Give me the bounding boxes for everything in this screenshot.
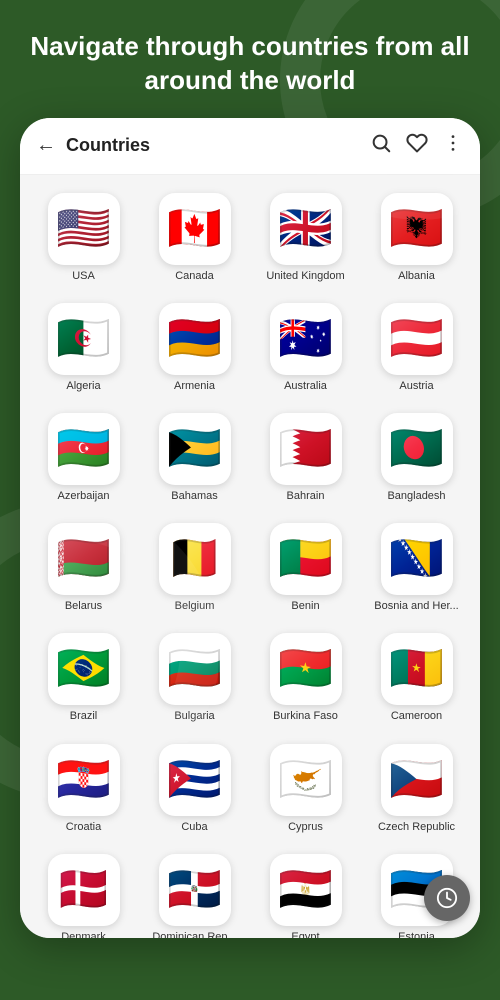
country-item-benin[interactable]: 🇧🇯 Benin xyxy=(252,515,359,621)
country-name: Bangladesh xyxy=(387,490,445,503)
country-item-cyprus[interactable]: 🇨🇾 Cyprus xyxy=(252,736,359,842)
countries-grid: 🇺🇸 USA 🇨🇦 Canada 🇬🇧 United Kingdom 🇦🇱 Albania 🇩🇿… xyxy=(20,175,480,938)
country-name: Cuba xyxy=(181,821,207,834)
flag-icon: 🇨🇲 xyxy=(381,633,453,705)
flag-icon: 🇨🇿 xyxy=(381,744,453,816)
country-item-bahrain[interactable]: 🇧🇭 Bahrain xyxy=(252,405,359,511)
flag-icon: 🇦🇿 xyxy=(48,413,120,485)
flag-icon: 🇧🇪 xyxy=(159,523,231,595)
country-name: Australia xyxy=(284,380,327,393)
country-item-czech-republic[interactable]: 🇨🇿 Czech Republic xyxy=(363,736,470,842)
country-name: Burkina Faso xyxy=(273,710,338,723)
more-options-icon[interactable] xyxy=(442,132,464,160)
country-name: Austria xyxy=(399,380,433,393)
flag-icon: 🇧🇾 xyxy=(48,523,120,595)
country-name: Bahrain xyxy=(287,490,325,503)
country-name: Bosnia and Her... xyxy=(374,600,458,613)
country-name: Denmark xyxy=(61,931,106,938)
country-item-croatia[interactable]: 🇭🇷 Croatia xyxy=(30,736,137,842)
phone-frame: ← Countries 🇺🇸USA🇨🇦Canada🇬🇧Unit xyxy=(20,118,480,938)
country-name: Czech Republic xyxy=(378,821,455,834)
flag-icon: 🇧🇫 xyxy=(270,633,342,705)
country-item-dominican-rep...[interactable]: 🇩🇴 Dominican Rep... xyxy=(141,846,248,938)
country-name: Cameroon xyxy=(391,710,442,723)
country-name: United Kingdom xyxy=(266,270,344,283)
country-name: Benin xyxy=(291,600,319,613)
flag-icon: 🇨🇦 xyxy=(159,193,231,265)
country-item-denmark[interactable]: 🇩🇰 Denmark xyxy=(30,846,137,938)
app-bar: ← Countries xyxy=(20,118,480,175)
country-item-bangladesh[interactable]: 🇧🇩 Bangladesh xyxy=(363,405,470,511)
country-item-canada[interactable]: 🇨🇦 Canada xyxy=(141,185,248,291)
flag-icon: 🇧🇬 xyxy=(159,633,231,705)
country-name: Cyprus xyxy=(288,821,323,834)
country-name: Bahamas xyxy=(171,490,217,503)
country-item-belgium[interactable]: 🇧🇪 Belgium xyxy=(141,515,248,621)
country-item-australia[interactable]: 🇦🇺 Australia xyxy=(252,295,359,401)
country-name: Brazil xyxy=(70,710,98,723)
flag-icon: 🇩🇰 xyxy=(48,854,120,926)
flag-icon: 🇺🇸 xyxy=(48,193,120,265)
flag-icon: 🇧🇦 xyxy=(381,523,453,595)
country-name: Algeria xyxy=(66,380,100,393)
country-name: Albania xyxy=(398,270,435,283)
search-icon[interactable] xyxy=(370,132,392,160)
favorite-icon[interactable] xyxy=(406,132,428,160)
flag-icon: 🇬🇧 xyxy=(270,193,342,265)
country-name: Dominican Rep... xyxy=(152,931,236,938)
country-item-usa[interactable]: 🇺🇸 USA xyxy=(30,185,137,291)
flag-icon: 🇧🇷 xyxy=(48,633,120,705)
country-name: Estonia xyxy=(398,931,435,938)
flag-icon: 🇧🇩 xyxy=(381,413,453,485)
country-name: Azerbaijan xyxy=(58,490,110,503)
country-item-bulgaria[interactable]: 🇧🇬 Bulgaria xyxy=(141,625,248,731)
country-item-belarus[interactable]: 🇧🇾 Belarus xyxy=(30,515,137,621)
flag-icon: 🇧🇯 xyxy=(270,523,342,595)
flag-icon: 🇦🇺 xyxy=(270,303,342,375)
country-name: Belgium xyxy=(175,600,215,613)
country-name: Belarus xyxy=(65,600,102,613)
flag-icon: 🇨🇺 xyxy=(159,744,231,816)
flag-icon: 🇦🇹 xyxy=(381,303,453,375)
flag-icon: 🇦🇱 xyxy=(381,193,453,265)
app-bar-title: Countries xyxy=(66,135,370,156)
flag-icon: 🇩🇴 xyxy=(159,854,231,926)
country-item-burkina-faso[interactable]: 🇧🇫 Burkina Faso xyxy=(252,625,359,731)
country-item-bosnia-and-her...[interactable]: 🇧🇦 Bosnia and Her... xyxy=(363,515,470,621)
country-item-cuba[interactable]: 🇨🇺 Cuba xyxy=(141,736,248,842)
flag-icon: 🇩🇿 xyxy=(48,303,120,375)
flag-icon: 🇨🇾 xyxy=(270,744,342,816)
back-button[interactable]: ← xyxy=(36,134,56,157)
country-item-bahamas[interactable]: 🇧🇸 Bahamas xyxy=(141,405,248,511)
country-name: Armenia xyxy=(174,380,215,393)
country-item-algeria[interactable]: 🇩🇿 Algeria xyxy=(30,295,137,401)
country-item-egypt[interactable]: 🇪🇬 Egypt xyxy=(252,846,359,938)
country-name: Bulgaria xyxy=(174,710,214,723)
country-item-brazil[interactable]: 🇧🇷 Brazil xyxy=(30,625,137,731)
history-fab-button[interactable] xyxy=(424,875,470,921)
flag-icon: 🇪🇬 xyxy=(270,854,342,926)
country-item-armenia[interactable]: 🇦🇲 Armenia xyxy=(141,295,248,401)
flag-icon: 🇭🇷 xyxy=(48,744,120,816)
country-item-united-kingdom[interactable]: 🇬🇧 United Kingdom xyxy=(252,185,359,291)
country-item-austria[interactable]: 🇦🇹 Austria xyxy=(363,295,470,401)
app-bar-actions xyxy=(370,132,464,160)
flag-icon: 🇧🇭 xyxy=(270,413,342,485)
country-name: USA xyxy=(72,270,95,283)
country-name: Croatia xyxy=(66,821,101,834)
country-item-cameroon[interactable]: 🇨🇲 Cameroon xyxy=(363,625,470,731)
country-item-albania[interactable]: 🇦🇱 Albania xyxy=(363,185,470,291)
flag-icon: 🇦🇲 xyxy=(159,303,231,375)
header-section: Navigate through countries from all arou… xyxy=(0,0,500,118)
header-title: Navigate through countries from all arou… xyxy=(30,30,470,98)
country-item-azerbaijan[interactable]: 🇦🇿 Azerbaijan xyxy=(30,405,137,511)
country-name: Canada xyxy=(175,270,214,283)
country-name: Egypt xyxy=(291,931,319,938)
flag-icon: 🇧🇸 xyxy=(159,413,231,485)
